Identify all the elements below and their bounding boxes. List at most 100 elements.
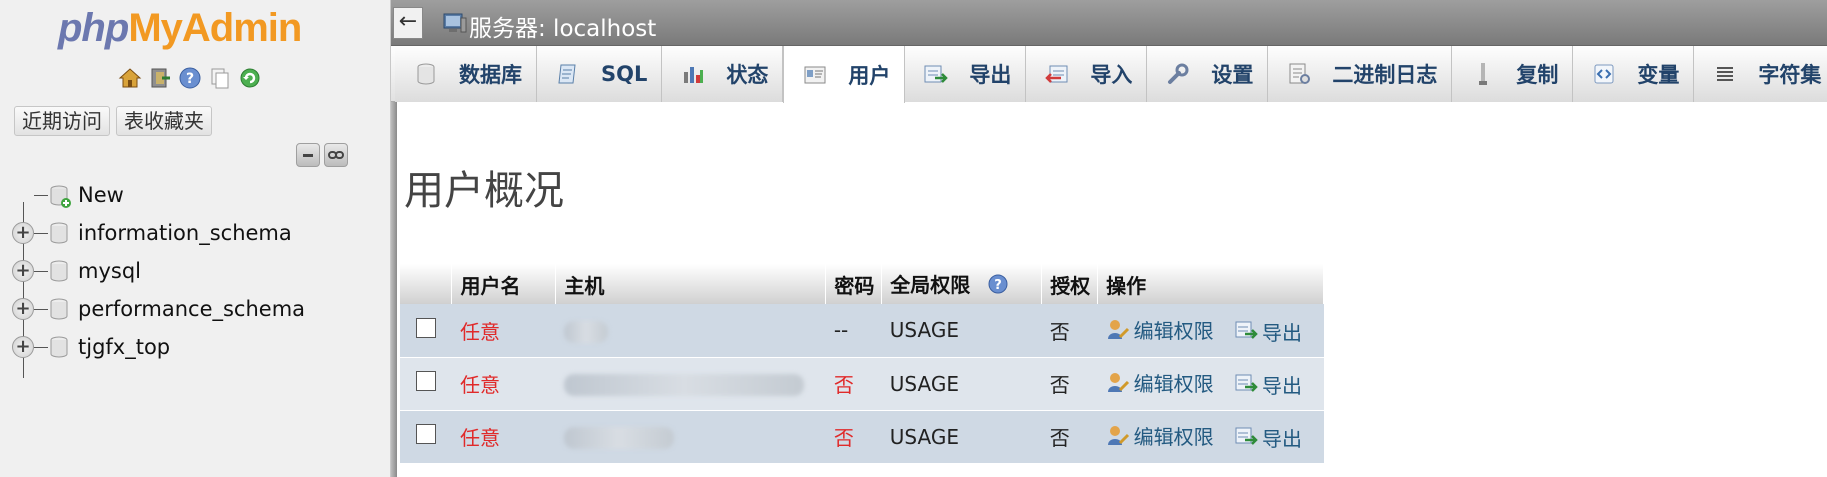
export-link[interactable]: 导出: [1234, 370, 1302, 399]
link-icon[interactable]: [324, 143, 348, 167]
actions-cell: 编辑权限 导出: [1097, 410, 1324, 464]
tab-binary-log[interactable]: 二进制日志: [1268, 46, 1453, 102]
user-cell: 任意: [451, 410, 556, 464]
row-checkbox[interactable]: [416, 424, 436, 444]
svg-text:?: ?: [994, 278, 1002, 293]
collapse-sidebar-button[interactable]: ←: [393, 7, 423, 39]
export-label: 导出: [1262, 320, 1302, 345]
edit-privileges-link[interactable]: 编辑权限: [1106, 368, 1214, 397]
help-icon[interactable]: ?: [987, 273, 1009, 300]
tab-import[interactable]: 导入: [1026, 46, 1148, 102]
tab-settings[interactable]: 设置: [1147, 46, 1269, 102]
nav-buttons: 近期访问 表收藏夹: [14, 106, 212, 136]
collapse-all-icon[interactable]: [296, 143, 320, 167]
redacted-host: [563, 320, 608, 343]
sql-icon: [555, 62, 581, 86]
tab-export[interactable]: 导出: [905, 46, 1027, 102]
tab-label: 数据库: [459, 63, 522, 87]
tree-item-label[interactable]: tjgfx_top: [78, 335, 170, 359]
phpmyadmin-logo[interactable]: phpMyAdmin: [58, 6, 338, 56]
user-cell: 任意: [451, 304, 556, 358]
redacted-host: [563, 426, 674, 449]
export-link[interactable]: 导出: [1234, 423, 1302, 452]
exit-icon[interactable]: [148, 66, 172, 90]
quick-links: ?: [118, 66, 262, 90]
tab-status[interactable]: 状态: [662, 46, 784, 102]
user-accounts-table: 用户名 主机 密码 全局权限 ? 授权 操作 任意 -- USAGE 否 编辑权…: [400, 264, 1324, 464]
tab-label: 变量: [1637, 63, 1680, 87]
tab-users[interactable]: 用户: [783, 46, 906, 103]
replication-icon: [1470, 62, 1496, 86]
export-label: 导出: [1262, 373, 1302, 398]
export-label: 导出: [1262, 426, 1302, 451]
export-icon: [1234, 372, 1258, 396]
tab-databases[interactable]: 数据库: [395, 46, 537, 102]
tree-item-performance-schema[interactable]: + performance_schema: [12, 290, 305, 328]
page-title: 用户概况: [404, 168, 564, 214]
recent-tables-button[interactable]: 近期访问: [14, 106, 110, 136]
tab-charsets[interactable]: 字符集: [1694, 46, 1827, 102]
tree-item-label[interactable]: New: [78, 183, 124, 207]
tab-variables[interactable]: 变量: [1573, 46, 1695, 102]
tab-label: SQL: [601, 62, 648, 86]
database-icon: [50, 222, 68, 244]
tree-item-label[interactable]: performance_schema: [78, 297, 305, 321]
tab-label: 设置: [1211, 63, 1254, 87]
home-icon[interactable]: [118, 66, 142, 90]
column-header-host[interactable]: 主机: [555, 264, 827, 304]
import-icon: [1044, 62, 1070, 86]
charset-icon: [1712, 62, 1738, 86]
password-cell: --: [825, 304, 882, 358]
expand-icon[interactable]: +: [12, 336, 34, 358]
server-icon: [443, 12, 467, 34]
password-cell: 否: [825, 410, 882, 464]
favorite-tables-button[interactable]: 表收藏夹: [116, 106, 212, 136]
column-header-global-privileges: 全局权限 ?: [881, 264, 1043, 304]
row-checkbox[interactable]: [416, 371, 436, 391]
export-icon: [1234, 425, 1258, 449]
privileges-cell: USAGE: [881, 357, 1042, 411]
edit-privileges-link[interactable]: 编辑权限: [1106, 421, 1214, 450]
wrench-icon: [1165, 62, 1191, 86]
help-icon[interactable]: ?: [178, 66, 202, 90]
tree-item-tjgfx-top[interactable]: + tjgfx_top: [12, 328, 305, 366]
edit-privileges-icon: [1106, 317, 1130, 341]
tree-item-label[interactable]: information_schema: [78, 221, 292, 245]
binlog-icon: [1286, 62, 1312, 86]
host-cell: [555, 357, 826, 411]
column-header-user[interactable]: 用户名: [451, 264, 557, 304]
expand-icon[interactable]: +: [12, 222, 34, 244]
tab-replication[interactable]: 复制: [1452, 46, 1574, 102]
expand-icon[interactable]: +: [12, 260, 34, 282]
status-icon: [680, 62, 706, 86]
expand-icon[interactable]: +: [12, 298, 34, 320]
export-icon: [1234, 319, 1258, 343]
tab-sql[interactable]: SQL: [537, 46, 663, 102]
tab-label: 导出: [969, 63, 1012, 87]
edit-privileges-label: 编辑权限: [1133, 424, 1214, 449]
column-header-password[interactable]: 密码: [825, 264, 883, 304]
edit-privileges-label: 编辑权限: [1133, 371, 1214, 396]
privileges-cell: USAGE: [881, 304, 1042, 358]
select-column-header: [400, 264, 453, 304]
edit-privileges-link[interactable]: 编辑权限: [1106, 315, 1214, 344]
tree-item-mysql[interactable]: + mysql: [12, 252, 305, 290]
server-breadcrumb[interactable]: 服务器: localhost: [469, 9, 656, 43]
host-cell: [555, 304, 826, 358]
edit-privileges-icon: [1106, 423, 1130, 447]
tree-item-information-schema[interactable]: + information_schema: [12, 214, 305, 252]
redacted-host: [563, 373, 804, 396]
column-header-action: 操作: [1097, 264, 1324, 304]
copy-icon[interactable]: [208, 66, 232, 90]
export-link[interactable]: 导出: [1234, 317, 1302, 346]
new-database-icon: [50, 184, 71, 208]
table-row: 任意 -- USAGE 否 编辑权限 导出: [400, 304, 1324, 358]
tree-item-label[interactable]: mysql: [78, 259, 141, 283]
tree-controls: [296, 143, 348, 167]
reload-icon[interactable]: [238, 66, 262, 90]
export-icon: [923, 62, 949, 86]
row-checkbox[interactable]: [416, 317, 436, 338]
actions-cell: 编辑权限 导出: [1097, 304, 1324, 358]
grant-cell: 否: [1041, 357, 1098, 411]
tree-item-new[interactable]: New: [12, 176, 305, 214]
